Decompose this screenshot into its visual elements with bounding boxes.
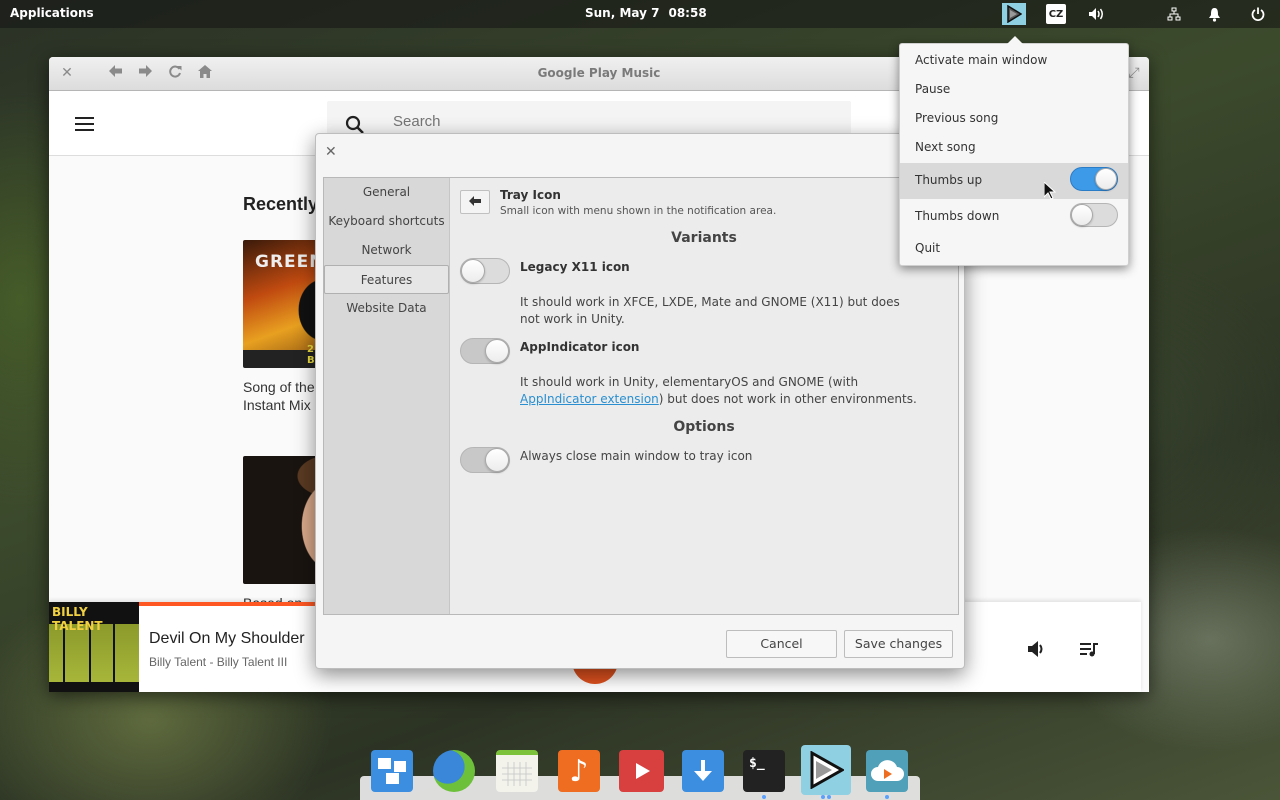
search-input[interactable] xyxy=(393,113,693,130)
features-tray-icon-page: Tray Icon Small icon with menu shown in … xyxy=(450,178,958,614)
preferences-dialog: ✕ General Keyboard shortcuts Network Fea… xyxy=(315,133,965,669)
appindicator-description: It should work in Unity, elementaryOS an… xyxy=(520,374,920,408)
hamburger-menu-icon[interactable] xyxy=(75,117,94,135)
music-note-icon: ♪ xyxy=(569,753,589,789)
dock-google-play-music-icon[interactable] xyxy=(801,745,851,795)
volume-icon[interactable] xyxy=(1027,640,1047,662)
menu-item-next-song[interactable]: Next song xyxy=(900,140,1128,160)
always-close-to-tray-label: Always close main window to tray icon xyxy=(520,449,753,463)
dock-downloads-icon[interactable] xyxy=(682,750,724,792)
appindicator-toggle[interactable] xyxy=(460,338,510,364)
card-1-subtitle: Instant Mix xyxy=(243,397,311,413)
menu-item-label: Thumbs up xyxy=(915,173,983,187)
menu-item-previous-song[interactable]: Previous song xyxy=(900,111,1128,131)
menu-item-quit[interactable]: Quit xyxy=(900,241,1128,261)
dock-cloud-player-icon[interactable] xyxy=(866,750,908,792)
close-icon[interactable]: ✕ xyxy=(325,144,337,160)
sidebar-item-keyboard-shortcuts[interactable]: Keyboard shortcuts xyxy=(324,207,449,236)
notifications-bell-icon[interactable] xyxy=(1204,3,1224,25)
back-arrow-icon xyxy=(469,195,481,210)
applications-menu[interactable]: Applications xyxy=(10,6,94,20)
sidebar-item-website-data[interactable]: Website Data xyxy=(324,294,449,323)
sidebar-item-general[interactable]: General xyxy=(324,178,449,207)
dock-calendar-icon[interactable] xyxy=(496,750,538,792)
keyboard-layout-label: CZ xyxy=(1048,8,1064,20)
variants-heading: Variants xyxy=(671,230,737,246)
legacy-x11-description: It should work in XFCE, LXDE, Mate and G… xyxy=(520,295,900,326)
volume-icon[interactable] xyxy=(1086,3,1108,25)
song-title[interactable]: Devil On My Shoulder xyxy=(149,630,305,648)
toggle-knob xyxy=(1095,168,1117,190)
cancel-button[interactable]: Cancel xyxy=(726,630,837,658)
running-indicator xyxy=(885,795,889,799)
running-indicator xyxy=(827,795,831,799)
keyboard-layout-indicator[interactable]: CZ xyxy=(1046,4,1066,24)
menu-item-thumbs-up[interactable]: Thumbs up xyxy=(900,163,1128,199)
google-play-music-tray-icon[interactable] xyxy=(1002,3,1026,25)
page-subtitle: Small icon with menu shown in the notifi… xyxy=(500,205,777,217)
options-heading: Options xyxy=(673,419,735,435)
save-changes-button[interactable]: Save changes xyxy=(844,630,953,658)
tray-icon-menu: Activate main window Pause Previous song… xyxy=(899,36,1129,266)
toggle-knob xyxy=(461,259,485,283)
date-label: Sun, May 7 xyxy=(585,6,660,20)
menu-item-pause[interactable]: Pause xyxy=(900,82,1128,102)
terminal-glyph: $_ xyxy=(749,756,765,771)
power-icon[interactable] xyxy=(1248,3,1268,25)
dock-videos-icon[interactable] xyxy=(619,750,664,792)
now-playing-album-art[interactable]: BILLY TALENT xyxy=(49,602,139,692)
back-button[interactable] xyxy=(460,190,490,214)
thumbs-up-toggle[interactable] xyxy=(1070,167,1118,191)
menu-item-activate-main-window[interactable]: Activate main window xyxy=(900,53,1128,73)
legacy-x11-title: Legacy X11 icon xyxy=(520,260,630,274)
dock-music-icon[interactable]: ♪ xyxy=(558,750,600,792)
sidebar-item-network[interactable]: Network xyxy=(324,236,449,265)
menu-item-thumbs-down[interactable]: Thumbs down xyxy=(900,199,1128,235)
network-icon[interactable] xyxy=(1164,3,1184,25)
dock-terminal-icon[interactable]: $_ xyxy=(743,750,785,792)
toggle-knob xyxy=(1071,204,1093,226)
running-indicator xyxy=(762,795,766,799)
toggle-knob xyxy=(485,339,509,363)
album-art-text: BILLY TALENT xyxy=(52,605,103,633)
toggle-knob xyxy=(485,448,509,472)
top-panel: Applications Sun, May 7 08:58 CZ xyxy=(0,0,1280,28)
thumbs-down-toggle[interactable] xyxy=(1070,203,1118,227)
appindicator-extension-link[interactable]: AppIndicator extension xyxy=(520,392,659,406)
sidebar-item-features[interactable]: Features xyxy=(324,265,449,294)
song-artist-album[interactable]: Billy Talent - Billy Talent III xyxy=(149,655,287,669)
dock-multitasking-view-icon[interactable] xyxy=(371,750,413,792)
always-close-to-tray-toggle[interactable] xyxy=(460,447,510,473)
time-label: 08:58 xyxy=(668,6,707,20)
preferences-sidebar: General Keyboard shortcuts Network Featu… xyxy=(324,178,450,614)
legacy-x11-toggle[interactable] xyxy=(460,258,510,284)
mouse-cursor-icon xyxy=(1043,180,1057,204)
appindicator-title: AppIndicator icon xyxy=(520,340,640,354)
page-title: Tray Icon xyxy=(500,188,561,202)
clock[interactable]: Sun, May 7 08:58 xyxy=(585,6,707,20)
description-text: ) but does not work in other environment… xyxy=(658,392,917,406)
section-title: Recently xyxy=(243,194,319,214)
description-text: It should work in Unity, elementaryOS an… xyxy=(520,375,859,389)
preferences-body: General Keyboard shortcuts Network Featu… xyxy=(323,177,959,615)
menu-item-label: Thumbs down xyxy=(915,209,1000,223)
queue-icon[interactable] xyxy=(1079,640,1099,662)
dock-web-browser-icon[interactable] xyxy=(433,750,475,792)
card-1-title[interactable]: Song of the xyxy=(243,378,315,396)
running-indicator xyxy=(821,795,825,799)
